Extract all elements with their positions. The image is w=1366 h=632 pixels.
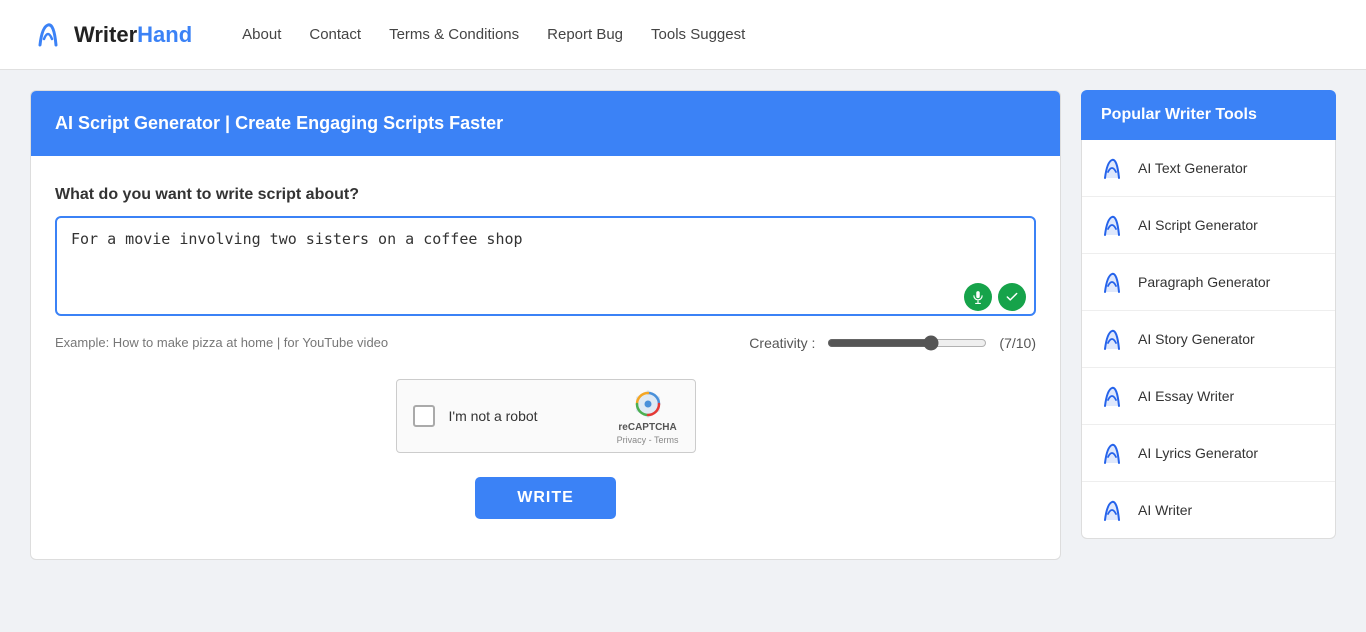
tool-name-ai-writer: AI Writer (1138, 502, 1192, 518)
panel-body: What do you want to write script about? (31, 156, 1060, 559)
captcha-wrap: I'm not a robot reCAPTCHA Privacy (55, 379, 1036, 453)
captcha-label: I'm not a robot (449, 408, 603, 424)
tool-name-ai-essay-writer: AI Essay Writer (1138, 388, 1234, 404)
script-textarea[interactable] (55, 216, 1036, 316)
tool-name-paragraph-generator: Paragraph Generator (1138, 274, 1270, 290)
tool-name-ai-text-generator: AI Text Generator (1138, 160, 1247, 176)
navbar: WriterHand About Contact Terms & Conditi… (0, 0, 1366, 70)
tool-item-ai-script-generator[interactable]: AI Script Generator (1082, 197, 1335, 254)
tool-icon-script-generator (1098, 211, 1126, 239)
captcha-logo: reCAPTCHA Privacy - Terms (617, 388, 679, 445)
textarea-wrap (55, 216, 1036, 321)
captcha-box: I'm not a robot reCAPTCHA Privacy (396, 379, 696, 453)
write-btn-wrap: WRITE (55, 477, 1036, 519)
tool-icon-text-generator (1098, 154, 1126, 182)
mic-button[interactable] (964, 283, 992, 311)
popular-tools-header: Popular Writer Tools (1081, 90, 1336, 140)
check-button[interactable] (998, 283, 1026, 311)
tool-icon-ai-writer (1098, 496, 1126, 524)
below-textarea: Example: How to make pizza at home | for… (55, 327, 1036, 351)
tool-name-ai-story-generator: AI Story Generator (1138, 331, 1255, 347)
tool-item-ai-story-generator[interactable]: AI Story Generator (1082, 311, 1335, 368)
logo-text: WriterHand (74, 22, 192, 48)
recaptcha-icon (632, 388, 664, 420)
tool-name-ai-lyrics-generator: AI Lyrics Generator (1138, 445, 1258, 461)
tool-item-paragraph-generator[interactable]: Paragraph Generator (1082, 254, 1335, 311)
creativity-value: (7/10) (999, 335, 1036, 351)
right-panel: Popular Writer Tools AI Text Generator A… (1081, 90, 1336, 560)
captcha-checkbox[interactable] (413, 405, 435, 427)
tool-list: AI Text Generator AI Script Generator Pa… (1081, 140, 1336, 539)
recaptcha-brand: reCAPTCHA (618, 422, 676, 433)
tool-item-ai-essay-writer[interactable]: AI Essay Writer (1082, 368, 1335, 425)
tool-icon-essay-writer (1098, 382, 1126, 410)
logo-icon (30, 17, 66, 53)
tool-icon-paragraph-generator (1098, 268, 1126, 296)
tool-icon-story-generator (1098, 325, 1126, 353)
logo[interactable]: WriterHand (30, 17, 192, 53)
panel-header: AI Script Generator | Create Engaging Sc… (31, 91, 1060, 156)
tool-icon-lyrics-generator (1098, 439, 1126, 467)
left-panel: AI Script Generator | Create Engaging Sc… (30, 90, 1061, 560)
check-icon (1005, 290, 1019, 304)
tool-item-ai-writer[interactable]: AI Writer (1082, 482, 1335, 538)
nav-tools-suggest[interactable]: Tools Suggest (651, 26, 745, 44)
write-button[interactable]: WRITE (475, 477, 616, 519)
main-content: AI Script Generator | Create Engaging Sc… (0, 70, 1366, 580)
nav-links: About Contact Terms & Conditions Report … (242, 26, 745, 44)
tool-name-ai-script-generator: AI Script Generator (1138, 217, 1258, 233)
example-text: Example: How to make pizza at home | for… (55, 335, 388, 350)
tool-item-ai-text-generator[interactable]: AI Text Generator (1082, 140, 1335, 197)
creativity-slider[interactable] (827, 335, 987, 351)
mic-icon (971, 290, 985, 304)
field-label: What do you want to write script about? (55, 186, 1036, 204)
textarea-icons (964, 283, 1026, 311)
nav-about[interactable]: About (242, 26, 281, 44)
nav-terms[interactable]: Terms & Conditions (389, 26, 519, 44)
nav-contact[interactable]: Contact (309, 26, 361, 44)
nav-report-bug[interactable]: Report Bug (547, 26, 623, 44)
creativity-label: Creativity : (749, 335, 815, 351)
creativity-row: Creativity : (7/10) (749, 335, 1036, 351)
captcha-small-text: Privacy - Terms (617, 435, 679, 445)
tool-item-ai-lyrics-generator[interactable]: AI Lyrics Generator (1082, 425, 1335, 482)
